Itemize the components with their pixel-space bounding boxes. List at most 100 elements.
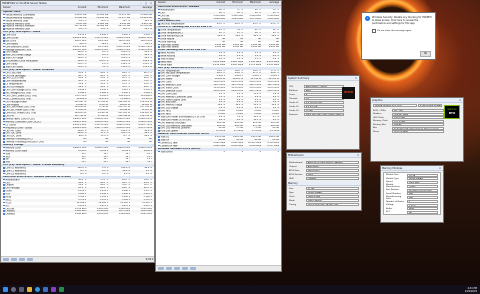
column-header-cell[interactable]: Average	[263, 1, 281, 5]
field-value: AMD Ryzen 7 5800X	[304, 85, 344, 88]
search-icon[interactable]	[11, 287, 16, 292]
sensor-value: 1,095 RPM	[140, 213, 152, 216]
field-label: Size	[289, 187, 294, 190]
system-summary-panel: System Summary × RYZEN CPU AMD Ryzen 7 58…	[286, 75, 360, 150]
config-icon[interactable]	[182, 267, 188, 270]
field-label: Platform	[289, 89, 298, 92]
sensor-value: 0	[259, 150, 262, 153]
browser-icon[interactable]	[35, 287, 40, 292]
field-label: BIOS Version	[289, 173, 303, 176]
close-pane-icon[interactable]	[190, 267, 196, 270]
column-header-cell[interactable]: Maximum	[245, 1, 263, 5]
column-header-cell[interactable]: Minimum	[227, 1, 245, 5]
clock-icon[interactable]	[166, 267, 172, 270]
field-value: DDR4 SDRAM	[305, 191, 359, 194]
close-icon[interactable]: ×	[458, 99, 462, 102]
hwinfo-sensor-window-2: Sensor Current Minimum Maximum Average ASUS …	[155, 0, 282, 272]
sensor-value: 0	[223, 150, 226, 153]
field-label: Cores	[289, 93, 295, 96]
panel-titlebar: Graphics ×	[371, 98, 463, 103]
task-view-icon[interactable]	[19, 287, 24, 292]
field-value: 8 x (32+32) KB	[304, 101, 344, 104]
field-value: 30.0.14.9649	[392, 130, 444, 133]
field-value: Capable	[305, 177, 359, 180]
motherboard-panel: Motherboard × Motherboard ASUS ROG STRIX …	[286, 152, 362, 211]
reset-icon[interactable]	[158, 267, 164, 270]
field-value: 1800.0 MHz	[305, 195, 359, 198]
field-label: Threads	[289, 97, 298, 100]
field-label: Module Size	[386, 174, 399, 176]
field-label: Type	[289, 191, 294, 194]
field-label: GPU Clock	[373, 116, 384, 119]
close-icon[interactable]: ×	[356, 154, 360, 157]
maximize-icon[interactable]: □	[144, 2, 148, 5]
layout-icon[interactable]	[19, 258, 25, 261]
sensor-row[interactable]: Chassis2 1,096 RPM 1,085 RPM 1,109 RPM 1,095…	[1, 213, 154, 216]
sensor-value: 0	[277, 150, 279, 153]
close-icon[interactable]: ×	[149, 2, 153, 5]
field-label: Timing	[289, 203, 297, 206]
field-value: MMX SSE SSE2 SSE3 SSSE3 SSE4.1 SSE4.2 AV…	[304, 113, 344, 116]
close-icon[interactable]: ×	[354, 77, 358, 80]
field-label: Cache L1	[289, 101, 299, 104]
ryzen-logo-text: RYZEN	[344, 91, 353, 94]
ok-button[interactable]: OK	[419, 51, 431, 57]
close-icon[interactable]: ×	[438, 167, 442, 170]
sensor-value: 1,085 RPM	[96, 213, 109, 216]
hwinfo-taskbar-icon[interactable]	[43, 287, 48, 292]
minimize-icon[interactable]: –	[139, 2, 143, 5]
column-header-cell[interactable]: Minimum	[88, 6, 110, 10]
panel-title: Motherboard	[288, 153, 304, 157]
field-label: Part Number	[386, 189, 400, 191]
forward-arrow-icon[interactable]	[11, 258, 17, 261]
field-label: Bus	[373, 127, 377, 129]
field-label: BIOS Date	[289, 169, 300, 172]
sensor-table: System: ASUS Virtual Memory Committed 13,2…	[1, 11, 154, 216]
sensor-row[interactable]: Total Errors 0 0 0 0	[156, 150, 281, 154]
column-header-cell[interactable]: Sensor	[156, 1, 209, 5]
field-label: Memory Bus	[373, 123, 386, 126]
sensor-name-text: Chassis2	[5, 213, 16, 216]
vram-field: 8 GB GDDR6 SDRAM	[418, 104, 442, 107]
field-label: Motherboard	[289, 161, 303, 164]
field-label: ROPs / TMUs	[373, 109, 387, 112]
field-label: Serial Number	[386, 192, 401, 195]
field-value: G.Skill	[406, 184, 438, 188]
column-header-cell[interactable]: Sensor	[1, 6, 67, 10]
field-value: N/A	[406, 192, 438, 195]
notification-text: Windows Security: Disable any blocking f…	[372, 16, 432, 25]
cpuz-taskbar-icon[interactable]	[51, 287, 56, 292]
column-header-cell[interactable]: Current	[209, 1, 227, 5]
log-icon[interactable]	[174, 267, 180, 270]
field-label: Module Manufacturer	[386, 184, 400, 188]
field-value: 32 MB	[304, 109, 344, 112]
gpuz-taskbar-icon[interactable]	[59, 287, 64, 292]
panel-title: Memory Modules	[382, 166, 403, 170]
field-value: AM4	[304, 89, 344, 92]
elapsed-time: 0:03:11	[145, 258, 155, 261]
column-header-cell[interactable]: Average	[132, 6, 154, 10]
field-label: Number of Ranks	[386, 200, 404, 203]
file-explorer-icon[interactable]	[27, 287, 32, 292]
clock-date[interactable]: 1/20/2022	[465, 290, 477, 293]
start-icon[interactable]	[3, 287, 8, 292]
sensor-name: Total Errors	[156, 150, 209, 154]
field-label: Voltage	[386, 204, 394, 206]
field-label: Clock	[289, 195, 295, 198]
back-arrow-icon[interactable]	[3, 258, 9, 261]
field-value: Dual-Channel	[305, 199, 359, 202]
ryzen-logo: RYZEN	[342, 87, 355, 99]
checkbox-label: Do not show this message again	[377, 30, 412, 33]
settings-icon[interactable]	[27, 258, 33, 261]
notification-dialog: i Windows Security: Disable any blocking…	[361, 12, 436, 60]
rtx-logo-text: RTX	[448, 111, 456, 115]
field-value: N/A	[406, 196, 438, 199]
field-label: ECC	[386, 211, 391, 213]
column-header-cell[interactable]: Current	[67, 6, 89, 10]
field-value: 8	[304, 93, 344, 96]
checkbox[interactable]	[372, 29, 377, 34]
column-header-cell[interactable]: Maximum	[110, 6, 132, 10]
field-label: UEFI	[289, 177, 294, 180]
field-label: Buffer	[386, 207, 393, 210]
gpu-name-field: NVIDIA GeForce RTX 3070	[373, 104, 417, 107]
